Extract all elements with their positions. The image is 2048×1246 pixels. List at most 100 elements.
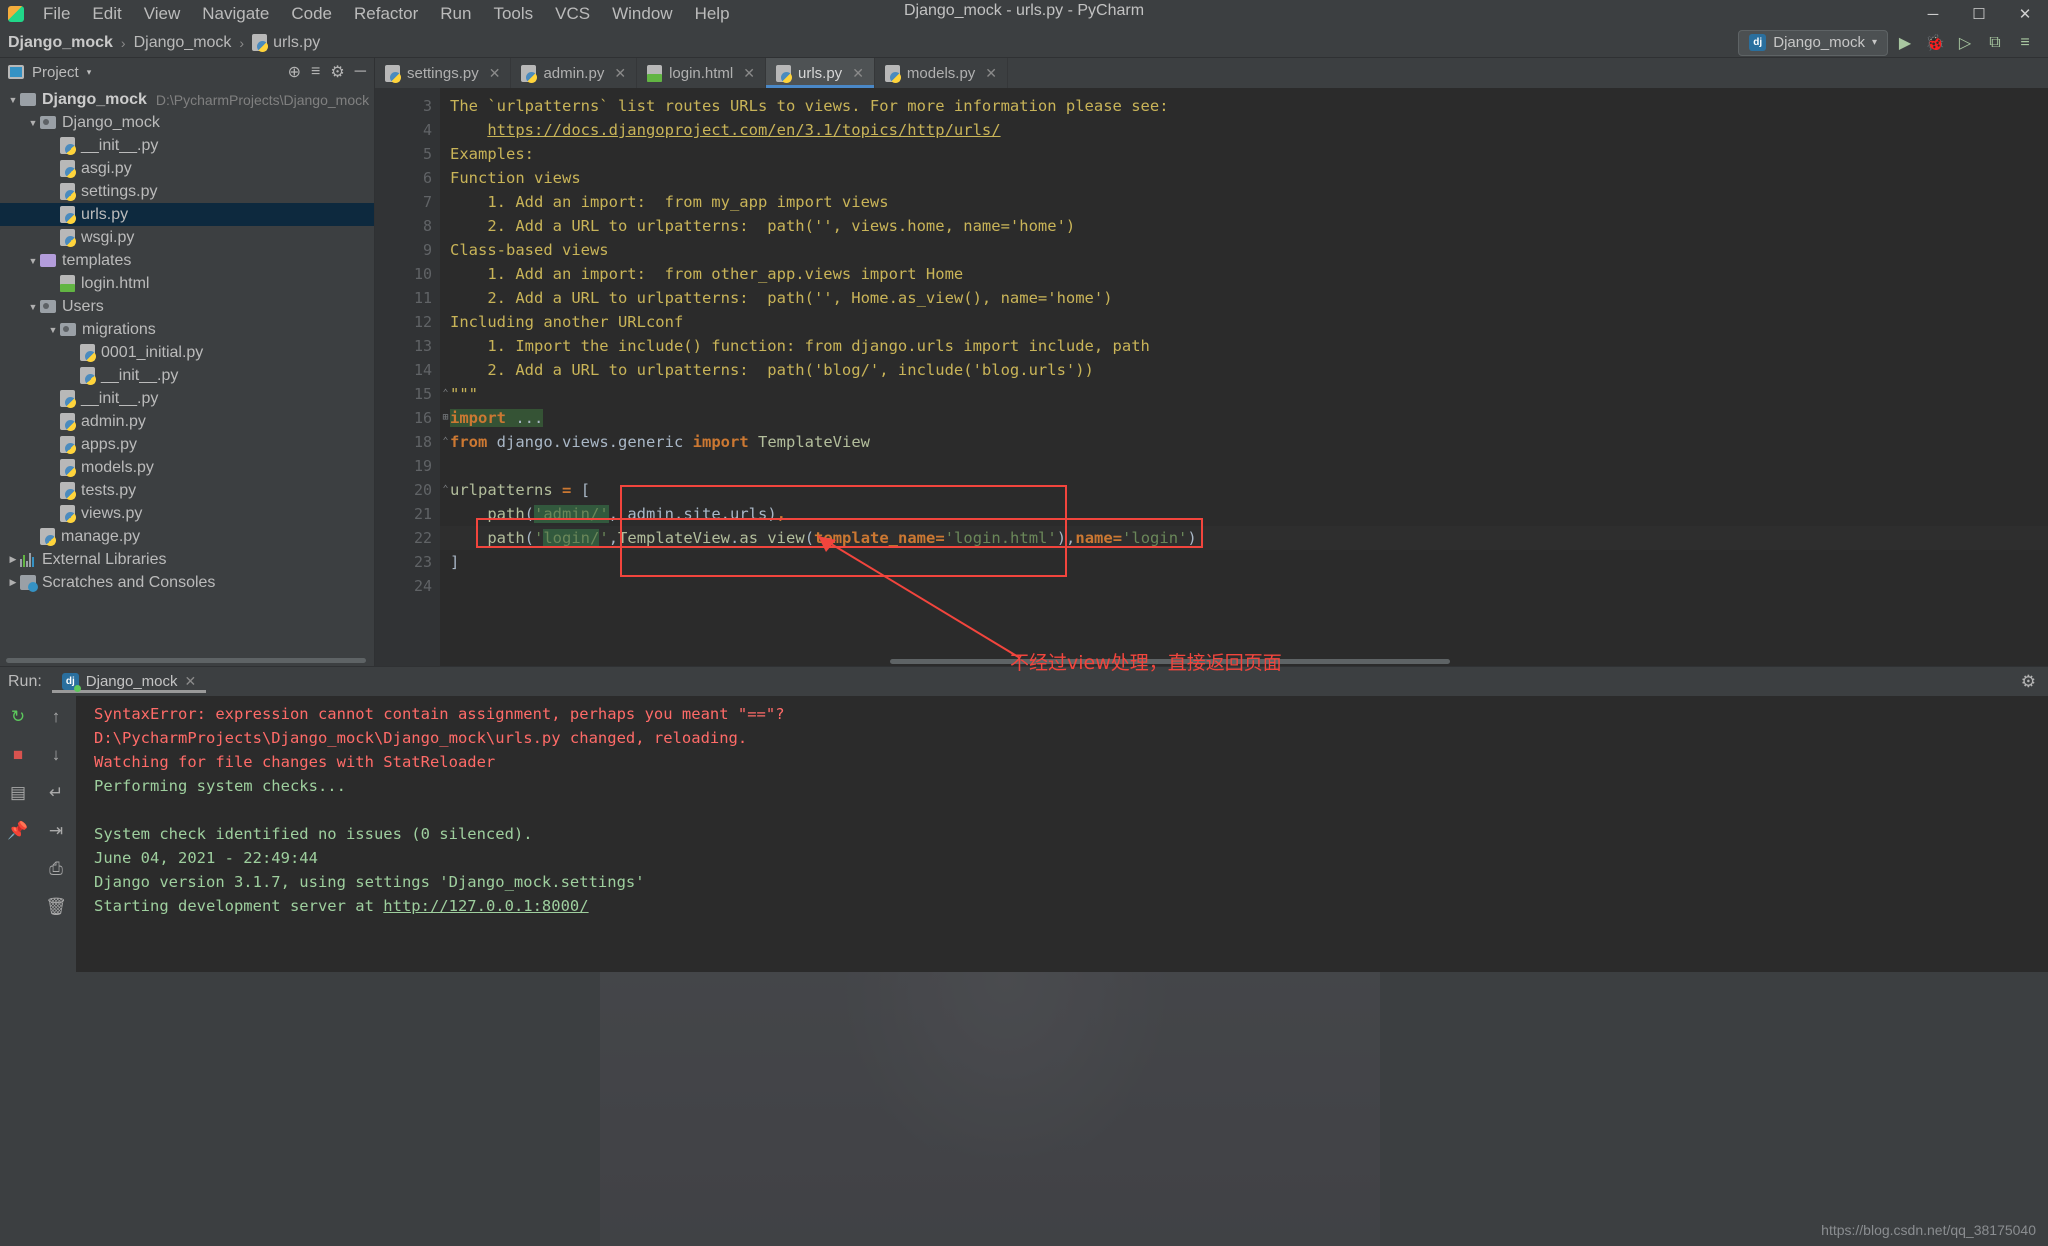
tree-node-models-py[interactable]: ▶models.py [0, 456, 374, 479]
breadcrumb-item-1[interactable]: Django_mock [130, 32, 236, 54]
up-arrow-icon[interactable]: ↑ [45, 706, 67, 728]
tree-node-0001-initial-py[interactable]: ▶0001_initial.py [0, 341, 374, 364]
code-viewport[interactable]: 3 4 5 6 7 8 9 10 11 12 13 14 15 ⌃ 16 ⊞ 18 ⌃ 19 20 ⌃ 21 22 23 24 … [375, 88, 2048, 666]
layout-icon[interactable]: ▤ [7, 782, 29, 804]
print-icon[interactable]: ⎙ [45, 858, 67, 880]
attach-button[interactable]: ≡ [2010, 30, 2040, 56]
pin-icon[interactable]: 📌 [7, 820, 29, 842]
code-line[interactable]: 2. Add a URL to urlpatterns: path('', Ho… [440, 286, 2048, 310]
trash-icon[interactable]: 🗑 [45, 896, 67, 918]
code-line[interactable]: urlpatterns = [ [440, 478, 2048, 502]
tree-node-manage-py[interactable]: ▶manage.py [0, 525, 374, 548]
menu-item-navigate[interactable]: Navigate [191, 1, 280, 27]
code-line[interactable]: import ... [440, 406, 2048, 430]
debug-button[interactable]: 🐞 [1920, 30, 1950, 56]
run-configuration-selector[interactable]: dj Django_mock ▾ [1738, 29, 1888, 56]
stop-icon[interactable]: ■ [7, 744, 29, 766]
project-tree[interactable]: ▼ Django_mock D:\PycharmProjects\Django_mo… [0, 86, 374, 656]
close-button[interactable]: ✕ [2002, 5, 2048, 23]
tree-node-apps-py[interactable]: ▶apps.py [0, 433, 374, 456]
chevron-right-icon[interactable]: ▶ [6, 554, 20, 565]
source-code[interactable]: The `urlpatterns` list routes URLs to vi… [440, 88, 2048, 666]
close-icon[interactable]: ✕ [614, 65, 626, 82]
code-line[interactable] [440, 574, 2048, 598]
tree-node-templates[interactable]: ▼ templates [0, 249, 374, 272]
code-line[interactable]: 2. Add a URL to urlpatterns: path('blog/… [440, 358, 2048, 382]
maximize-button[interactable]: ☐ [1956, 5, 2002, 23]
run-tab-django-mock[interactable]: dj Django_mock ✕ [52, 670, 206, 693]
chevron-down-icon[interactable]: ▼ [26, 256, 40, 266]
code-line[interactable]: 1. Add an import: from other_app.views i… [440, 262, 2048, 286]
close-icon[interactable]: ✕ [185, 673, 197, 690]
run-coverage-button[interactable]: ▷ [1950, 30, 1980, 56]
menu-item-edit[interactable]: Edit [81, 1, 132, 27]
editor-tab-settings-py[interactable]: settings.py ✕ [375, 58, 512, 88]
tree-node-wsgi-py[interactable]: ▶wsgi.py [0, 226, 374, 249]
settings-icon[interactable]: ⚙ [330, 62, 344, 82]
menu-item-file[interactable]: File [32, 1, 81, 27]
breadcrumb-item-2[interactable]: urls.py [248, 32, 324, 54]
tree-node-users[interactable]: ▼ Users [0, 295, 374, 318]
code-line[interactable]: Class-based views [440, 238, 2048, 262]
chevron-down-icon[interactable]: ▼ [6, 95, 20, 105]
chevron-right-icon[interactable]: ▶ [6, 577, 20, 588]
chevron-down-icon[interactable]: ▾ [87, 67, 92, 78]
menu-item-vcs[interactable]: VCS [544, 1, 601, 27]
tree-node--init-py[interactable]: ▶__init__.py [0, 364, 374, 387]
tree-node-scratches-and-consoles[interactable]: ▶ Scratches and Consoles [0, 571, 374, 594]
close-icon[interactable]: ✕ [985, 65, 997, 82]
server-url-link[interactable]: http://127.0.0.1:8000/ [383, 897, 588, 915]
down-arrow-icon[interactable]: ↓ [45, 744, 67, 766]
tree-node-asgi-py[interactable]: ▶asgi.py [0, 157, 374, 180]
hide-icon[interactable]: ─ [355, 63, 366, 81]
code-line[interactable]: https://docs.djangoproject.com/en/3.1/to… [440, 118, 2048, 142]
code-line[interactable]: """ [440, 382, 2048, 406]
menu-item-tools[interactable]: Tools [482, 1, 544, 27]
code-line[interactable]: 1. Add an import: from my_app import vie… [440, 190, 2048, 214]
close-icon[interactable]: ✕ [489, 65, 501, 82]
tree-node--init-py[interactable]: ▶__init__.py [0, 387, 374, 410]
editor-tab-admin-py[interactable]: admin.py ✕ [511, 58, 638, 88]
tree-node-migrations[interactable]: ▼ migrations [0, 318, 374, 341]
rerun-icon[interactable]: ↻ [7, 706, 29, 728]
tree-node-settings-py[interactable]: ▶settings.py [0, 180, 374, 203]
soft-wrap-icon[interactable]: ↵ [45, 782, 67, 804]
breadcrumb-item-0[interactable]: Django_mock [4, 32, 117, 54]
menu-item-refactor[interactable]: Refactor [343, 1, 429, 27]
code-line[interactable]: The `urlpatterns` list routes URLs to vi… [440, 94, 2048, 118]
tree-node--init-py[interactable]: ▶__init__.py [0, 134, 374, 157]
menu-item-help[interactable]: Help [684, 1, 741, 27]
tree-node-tests-py[interactable]: ▶tests.py [0, 479, 374, 502]
editor-horizontal-scrollbar[interactable] [440, 657, 2048, 666]
code-line[interactable]: Function views [440, 166, 2048, 190]
menu-item-view[interactable]: View [133, 1, 192, 27]
code-line[interactable]: 1. Import the include() function: from d… [440, 334, 2048, 358]
menu-item-run[interactable]: Run [429, 1, 482, 27]
locate-icon[interactable]: ⊕ [288, 62, 301, 82]
code-line[interactable]: ] [440, 550, 2048, 574]
tree-node-django-mock[interactable]: ▼ Django_mock [0, 111, 374, 134]
chevron-down-icon[interactable]: ▼ [26, 118, 40, 128]
menu-item-window[interactable]: Window [601, 1, 683, 27]
project-horizontal-scrollbar[interactable] [0, 656, 374, 666]
tree-node-django-mock[interactable]: ▼ Django_mock D:\PycharmProjects\Django_mo… [0, 88, 374, 111]
close-icon[interactable]: ✕ [852, 65, 864, 82]
code-line[interactable]: Including another URLconf [440, 310, 2048, 334]
docs-link[interactable]: https://docs.djangoproject.com/en/3.1/to… [487, 121, 1000, 139]
run-button[interactable]: ▶ [1890, 30, 1920, 56]
tree-node-external-libraries[interactable]: ▶ External Libraries [0, 548, 374, 571]
scroll-end-icon[interactable]: ⇥ [45, 820, 67, 842]
chevron-down-icon[interactable]: ▼ [46, 325, 60, 335]
tree-node-views-py[interactable]: ▶views.py [0, 502, 374, 525]
code-line[interactable]: 2. Add a URL to urlpatterns: path('', vi… [440, 214, 2048, 238]
code-line[interactable]: Examples: [440, 142, 2048, 166]
tree-node-admin-py[interactable]: ▶admin.py [0, 410, 374, 433]
tree-node-urls-py[interactable]: ▶urls.py [0, 203, 374, 226]
console-output[interactable]: SyntaxError: expression cannot contain a… [76, 696, 2048, 972]
code-line[interactable] [440, 454, 2048, 478]
minimize-button[interactable]: ─ [1910, 6, 1956, 23]
editor-tab-urls-py[interactable]: urls.py ✕ [766, 58, 875, 88]
close-icon[interactable]: ✕ [743, 65, 755, 82]
code-line[interactable]: path('admin/', admin.site.urls), [440, 502, 2048, 526]
editor-tab-models-py[interactable]: models.py ✕ [875, 58, 1009, 88]
